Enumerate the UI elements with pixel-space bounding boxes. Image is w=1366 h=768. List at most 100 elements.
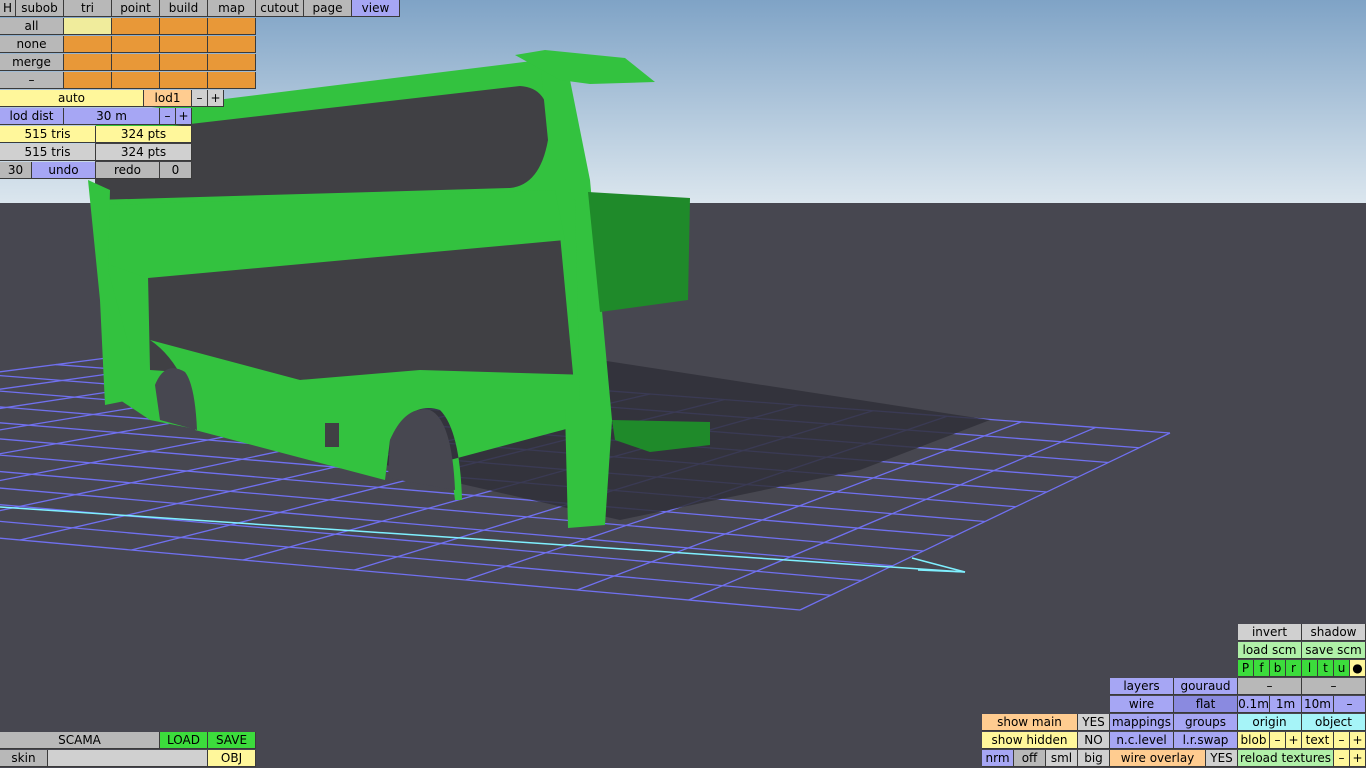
save-scm-button[interactable]: save scm [1302,642,1366,659]
lod-plus-button[interactable]: + [208,90,224,107]
subob-slot[interactable] [208,72,256,89]
subob-dash-button[interactable]: – [0,72,64,89]
show-main-value[interactable]: YES [1078,714,1110,731]
3d-viewport[interactable] [0,0,1366,768]
undo-count: 30 [0,162,32,179]
tab-view[interactable]: view [352,0,400,17]
lod-auto-button[interactable]: auto [0,90,144,107]
origin-button[interactable]: origin [1238,714,1302,731]
skin-label: skin [0,750,48,767]
load-button[interactable]: LOAD [160,732,208,749]
lod-dist-minus[interactable]: – [160,108,176,125]
layers-button[interactable]: layers [1110,678,1174,695]
wire-overlay-label[interactable]: wire overlay [1110,750,1206,767]
save-button[interactable]: SAVE [208,732,256,749]
lr-swap-button[interactable]: l.r.swap [1174,732,1238,749]
tab-point[interactable]: point [112,0,160,17]
lod-dist-plus[interactable]: + [176,108,192,125]
blob-button[interactable]: blob [1238,732,1270,749]
scale-10m-button[interactable]: 10m [1302,696,1334,713]
front-panel [588,192,690,312]
dash-button[interactable]: – [1302,678,1366,695]
dot-icon[interactable]: ● [1350,660,1366,677]
subob-slot[interactable] [64,54,112,71]
gouraud-button[interactable]: gouraud [1174,678,1238,695]
nc-level-button[interactable]: n.c.level [1110,732,1174,749]
flag-b[interactable]: b [1270,660,1286,677]
lod-dist-value[interactable]: 30 m [64,108,160,125]
lod1-button[interactable]: lod1 [144,90,192,107]
text-minus-button[interactable]: – [1334,732,1350,749]
wire-button[interactable]: wire [1110,696,1174,713]
subob-slot[interactable] [208,18,256,35]
off-button[interactable]: off [1014,750,1046,767]
tab-build[interactable]: build [160,0,208,17]
show-main-label[interactable]: show main [982,714,1078,731]
subob-slot[interactable] [112,54,160,71]
lod-dist-label: lod dist [0,108,64,125]
merge-button[interactable]: merge [0,54,64,71]
flag-p[interactable]: P [1238,660,1254,677]
nrm-button[interactable]: nrm [982,750,1014,767]
text-button[interactable]: text [1302,732,1334,749]
subob-slot[interactable] [208,54,256,71]
object-button[interactable]: object [1302,714,1366,731]
groups-button[interactable]: groups [1174,714,1238,731]
pts-count: 324 pts [96,126,192,143]
subob-slot[interactable] [112,72,160,89]
scale-0-1m-button[interactable]: 0.1m [1238,696,1270,713]
text-plus-button[interactable]: + [1350,732,1366,749]
reload-textures-button[interactable]: reload textures [1238,750,1334,767]
flag-u[interactable]: u [1334,660,1350,677]
subob-slot[interactable] [160,72,208,89]
model-name[interactable]: SCAMA [0,732,160,749]
select-none-button[interactable]: none [0,36,64,53]
tris-count: 515 tris [0,126,96,143]
invert-button[interactable]: invert [1238,624,1302,641]
blob-plus-button[interactable]: + [1286,732,1302,749]
subob-slot[interactable] [160,18,208,35]
flag-r[interactable]: r [1286,660,1302,677]
sml-button[interactable]: sml [1046,750,1078,767]
wire-overlay-value[interactable]: YES [1206,750,1238,767]
big-button[interactable]: big [1078,750,1110,767]
scale-1m-button[interactable]: 1m [1270,696,1302,713]
show-hidden-label[interactable]: show hidden [982,732,1078,749]
reload-plus-button[interactable]: + [1350,750,1366,767]
undo-button[interactable]: undo [32,162,96,179]
show-hidden-value[interactable]: NO [1078,732,1110,749]
redo-button[interactable]: redo [96,162,160,179]
subob-slot[interactable] [112,18,160,35]
subob-slot[interactable] [160,36,208,53]
dash-button[interactable]: – [1238,678,1302,695]
select-all-button[interactable]: all [0,18,64,35]
subob-slot[interactable] [208,36,256,53]
flag-t[interactable]: t [1318,660,1334,677]
tab-page[interactable]: page [304,0,352,17]
subob-slot[interactable] [112,36,160,53]
scale-minus-button[interactable]: – [1334,696,1366,713]
subob-slot[interactable] [64,18,112,35]
pts-count-total: 324 pts [96,144,192,161]
redo-count: 0 [160,162,192,179]
shadow-button[interactable]: shadow [1302,624,1366,641]
skin-input[interactable] [48,750,208,767]
subob-slot[interactable] [64,72,112,89]
blob-minus-button[interactable]: – [1270,732,1286,749]
reload-minus-button[interactable]: – [1334,750,1350,767]
subob-slot[interactable] [160,54,208,71]
subob-slot[interactable] [64,36,112,53]
load-scm-button[interactable]: load scm [1238,642,1302,659]
mappings-button[interactable]: mappings [1110,714,1174,731]
tab-cutout[interactable]: cutout [256,0,304,17]
flat-button[interactable]: flat [1174,696,1238,713]
tab-subob[interactable]: subob [16,0,64,17]
tab-map[interactable]: map [208,0,256,17]
h-toggle[interactable]: H [0,0,16,17]
tab-tri[interactable]: tri [64,0,112,17]
flag-l[interactable]: l [1302,660,1318,677]
tris-count-total: 515 tris [0,144,96,161]
flag-f[interactable]: f [1254,660,1270,677]
lod-minus-button[interactable]: – [192,90,208,107]
obj-button[interactable]: OBJ [208,750,256,767]
